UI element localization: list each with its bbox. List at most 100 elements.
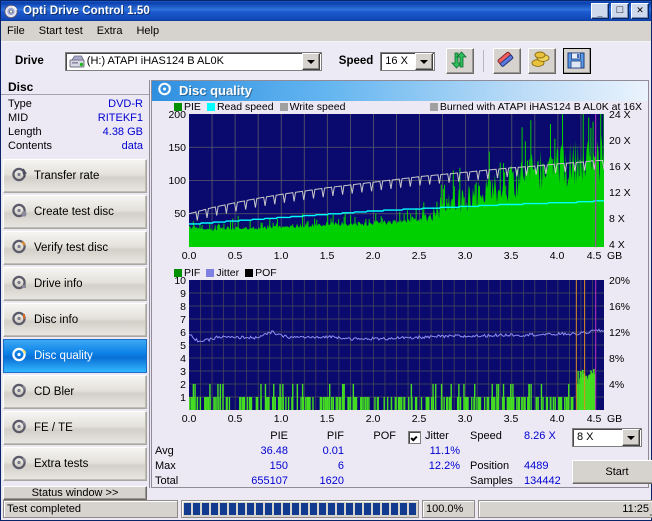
x-tick: 3.5 — [503, 412, 519, 425]
legend-swatch — [206, 269, 215, 278]
disc-info-row-length: Length 4.38 GB — [8, 125, 143, 139]
maximize-button[interactable]: □ — [611, 3, 629, 19]
sidebar-item-disc-info[interactable]: Disc info — [3, 303, 147, 337]
pif-plot-area[interactable] — [189, 279, 604, 410]
stats-col-jitter: Jitter — [425, 429, 449, 442]
minimize-icon: _ — [597, 8, 603, 18]
sidebar-item-create-test-disc[interactable]: Create test disc — [3, 195, 147, 229]
sidebar-item-label: CD Bler — [34, 386, 75, 398]
bitsetting-button[interactable] — [528, 48, 557, 74]
drive-select-value: (H:) ATAPI iHAS124 B AL0K — [86, 55, 224, 67]
sidebar-item-drive-info[interactable]: Drive info — [3, 267, 147, 301]
drive-icon — [69, 55, 85, 68]
disc-test-icon — [12, 455, 27, 473]
speed-label: Speed — [338, 55, 374, 67]
y-tick-right: 4% — [609, 378, 625, 391]
stats-row-label-avg: Avg — [155, 444, 174, 457]
disc-icon — [4, 4, 19, 19]
legend-swatch — [245, 269, 254, 278]
window-title: Opti Drive Control 1.50 — [23, 5, 150, 17]
y-tick-right: 20 X — [609, 134, 631, 147]
x-tick: 0.0 — [181, 412, 197, 425]
disc-info-row-type: Type DVD-R — [8, 97, 143, 111]
legend-swatch — [279, 103, 288, 112]
legend-label: PIF — [184, 267, 201, 280]
x-axis-label: GB — [607, 249, 623, 262]
disc-info-key: Type — [8, 98, 32, 110]
sidebar-item-transfer-rate[interactable]: Transfer rate — [3, 159, 147, 193]
stats-total-pif: 1620 — [319, 474, 344, 487]
y-tick-left: 7 — [180, 313, 186, 326]
save-button[interactable] — [563, 48, 592, 74]
page-title: Disc quality — [179, 83, 252, 99]
x-axis-label: GB — [607, 412, 623, 425]
sidebar-nav: Transfer rate Create test disc Verify te… — [1, 159, 149, 483]
erase-button[interactable] — [493, 48, 522, 74]
menu-item-help[interactable]: Help — [136, 25, 159, 37]
sidebar-item-extra-tests[interactable]: Extra tests — [3, 447, 147, 481]
sidebar-item-cd-bler[interactable]: CD Bler — [3, 375, 147, 409]
start-button[interactable]: Start — [572, 459, 652, 484]
pif-chart[interactable]: 10 9 8 7 6 5 4 3 2 1 20% 16% 12% 8% 4% 0… — [152, 275, 648, 428]
jitter-checkbox[interactable] — [408, 430, 421, 444]
y-tick-right: 8 X — [609, 212, 625, 225]
legend-item-write-speed: Write speed — [279, 101, 345, 113]
disc-quality-icon — [12, 347, 27, 365]
stats-avg-pie: 36.48 — [260, 444, 288, 457]
stats-avg-jitter: 11.1% — [429, 444, 460, 457]
disc-test-icon — [12, 275, 27, 293]
title-bar: Opti Drive Control 1.50 _ □ ✕ — [1, 1, 651, 21]
pie-plot-area[interactable] — [189, 113, 604, 247]
sidebar-item-verify-test-disc[interactable]: Verify test disc — [3, 231, 147, 265]
clock: 11:25 — [478, 500, 652, 518]
progress-bar — [181, 500, 419, 518]
chevron-down-icon[interactable] — [622, 428, 640, 446]
x-tick: 0.5 — [227, 412, 243, 425]
test-speed-select[interactable]: 8 X — [572, 427, 642, 447]
status-bar: Test completed 100.0% 11:25 — [3, 500, 652, 518]
y-tick-right: 24 X — [609, 108, 631, 121]
status-window-button[interactable]: Status window >> — [3, 486, 147, 500]
x-tick: 2.5 — [411, 249, 427, 262]
refresh-button[interactable] — [446, 48, 475, 74]
sidebar-item-disc-quality[interactable]: Disc quality — [3, 339, 147, 373]
sidebar-item-label: Disc quality — [34, 350, 93, 362]
speed-select-value: 16 X — [385, 55, 408, 67]
pif-chart-legend: PIF Jitter POF — [152, 267, 648, 280]
x-tick: 1.0 — [273, 249, 289, 262]
sidebar-item-label: Disc info — [34, 314, 79, 326]
stats-info-key-samples: Samples — [470, 474, 513, 487]
sidebar-item-label: Drive info — [34, 278, 83, 290]
resize-grip-icon[interactable] — [648, 504, 652, 516]
menu-item-file[interactable]: File — [7, 25, 25, 37]
maximize-icon: □ — [616, 4, 624, 16]
y-tick-left: 100 — [168, 174, 186, 187]
stats-total-pie: 655107 — [251, 474, 288, 487]
disc-test-icon — [12, 239, 27, 257]
clock-label: 11:25 — [622, 503, 649, 515]
stats-row-label-total: Total — [155, 474, 179, 487]
x-tick: 0.0 — [181, 249, 197, 262]
chevron-down-icon[interactable] — [415, 52, 434, 70]
menu-item-start-test[interactable]: Start test — [39, 25, 83, 37]
menu-item-extra[interactable]: Extra — [97, 25, 123, 37]
y-tick-left: 2 — [180, 378, 186, 391]
sidebar-item-fe-te[interactable]: FE / TE — [3, 411, 147, 445]
speed-select[interactable]: 16 X — [380, 51, 436, 71]
disc-info-value: 4.38 GB — [102, 126, 143, 138]
legend-label: Read speed — [216, 101, 274, 114]
disc-info-key: MID — [8, 112, 29, 124]
pie-chart[interactable]: 200 150 100 50 24 X 20 X 16 X 12 X 8 X 4… — [152, 109, 648, 264]
minimize-button[interactable]: _ — [591, 3, 609, 19]
drive-select[interactable]: (H:) ATAPI iHAS124 B AL0K — [64, 51, 322, 71]
chevron-down-icon[interactable] — [301, 52, 320, 70]
y-tick-left: 200 — [168, 108, 186, 121]
y-tick-right: 16% — [609, 300, 631, 313]
floppy-save-icon — [567, 52, 585, 69]
stats-max-jitter: 12.2% — [428, 459, 460, 472]
statistics-area: PIE PIF POF Jitter Avg 36.48 0.01 11.1% … — [152, 427, 652, 487]
x-tick: 3.0 — [457, 412, 473, 425]
close-button[interactable]: ✕ — [631, 3, 649, 19]
x-tick: 3.5 — [503, 249, 519, 262]
y-tick-left: 8 — [180, 300, 186, 313]
